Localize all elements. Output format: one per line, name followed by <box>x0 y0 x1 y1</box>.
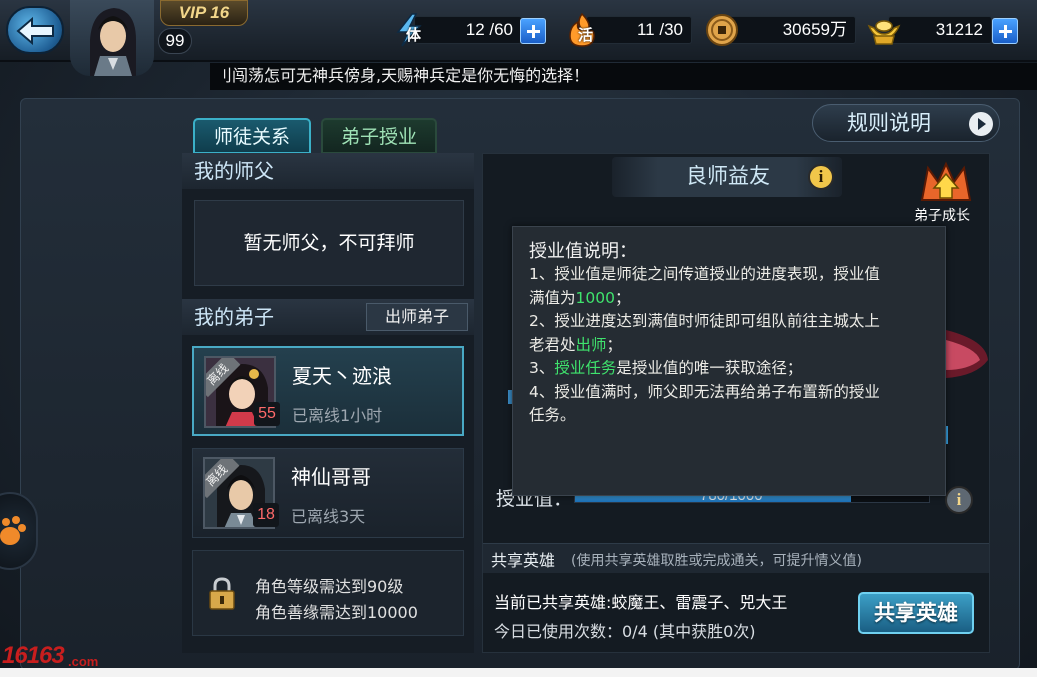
tooltip-text: 任务。 <box>529 406 576 424</box>
tooltip-text: 是授业值的唯一获取途径； <box>616 359 803 377</box>
shared-heroes-current: 当前已共享英雄:蛟魔王、雷震子、兕大王 <box>494 593 788 612</box>
vip-badge: VIP 16 <box>160 0 248 26</box>
tab-disciple-teaching[interactable]: 弟子授业 <box>321 118 437 154</box>
ingots-resource: 31212 <box>866 12 1022 46</box>
shared-heroes-usage: 今日已使用次数：0/4 (其中获胜0次) <box>494 622 756 641</box>
copper-coin-icon <box>706 14 738 46</box>
rules-button-label: 规则说明 <box>847 111 931 135</box>
player-level: 99 <box>158 28 192 54</box>
tooltip-title: 授业值说明： <box>529 241 637 262</box>
top-bar: VIP 16 99 12 /60 体 11 /30 活 30659万 31212 <box>0 0 1037 76</box>
tooltip-line: 老君处出师； <box>529 334 622 356</box>
disciple-card[interactable]: 离线 55 夏天丶迹浪 已离线1小时 <box>192 346 464 436</box>
back-button[interactable] <box>6 6 64 54</box>
master-empty-box: 暂无师父，不可拜师 <box>194 200 464 286</box>
coins-resource: 30659万 <box>704 12 856 46</box>
site-watermark: 16163 <box>2 642 65 668</box>
locked-disciple-slot: 角色等级需达到90级 角色善缘需达到10000 <box>192 550 464 636</box>
banner-info-icon[interactable]: i <box>808 164 834 190</box>
back-arrow-icon <box>16 16 54 46</box>
graduate-disciple-button[interactable]: 出师弟子 <box>366 303 468 331</box>
ingots-plus-button[interactable] <box>992 18 1018 44</box>
lock-icon <box>209 577 235 610</box>
tooltip-line: 4、授业值满时，师父即无法再给弟子布置新的授业 <box>529 381 880 403</box>
banner-title: 良师益友 <box>686 164 770 188</box>
site-watermark-domain: .com <box>68 654 99 668</box>
tab-master-relation[interactable]: 师徒关系 <box>193 118 311 154</box>
chevron-right-icon <box>969 112 993 136</box>
tooltip-highlight: 授业任务 <box>554 359 617 377</box>
vitality-resource: 11 /30 活 <box>564 12 694 47</box>
tooltip-text: ； <box>606 335 623 354</box>
teach-info-icon[interactable]: i <box>945 486 973 514</box>
tooltip-text: 满值为 <box>529 288 576 307</box>
my-master-title: 我的师父 <box>182 153 474 189</box>
stamina-char: 体 <box>406 26 422 44</box>
coins-value: 30659万 <box>726 16 856 44</box>
disciple-card[interactable]: 离线 18 神仙哥哥 已离线3天 <box>192 448 464 538</box>
disciple-name: 神仙哥哥 <box>291 465 371 489</box>
bottom-strip <box>0 668 1037 677</box>
tooltip-line: 满值为1000； <box>529 287 630 309</box>
share-heroes-button[interactable]: 共享英雄 <box>858 592 974 634</box>
tooltip-highlight: 出师 <box>575 335 607 354</box>
tooltip-text: 3、 <box>529 359 555 377</box>
decor-shape <box>946 330 988 378</box>
tooltip-line: 任务。 <box>529 404 576 426</box>
teach-value-tooltip: 授业值说明： 1、授业值是师徒之间传道授业的进度表现，授业值 满值为1000； 2、… <box>512 226 946 496</box>
vitality-char: 活 <box>578 26 594 44</box>
game-screen: VIP 16 99 12 /60 体 11 /30 活 30659万 31212… <box>0 0 1037 668</box>
tooltip-line: 3、授业任务是授业值的唯一获取途径； <box>529 357 802 379</box>
disciple-level: 18 <box>253 503 279 527</box>
gold-ingot-icon <box>867 20 901 45</box>
tooltip-highlight: 1000 <box>575 288 615 307</box>
vitality-value: 11 /30 <box>586 16 692 44</box>
stamina-value: 12 /60 <box>414 16 522 44</box>
tooltip-line: 2、授业进度达到满值时师徒即可组队前往主城太上 <box>529 310 880 332</box>
news-ticker: 刂闯荡怎可无神兵傍身,天赐神兵定是你无悔的选择！ <box>210 63 1037 90</box>
disciple-name: 夏天丶迹浪 <box>292 364 392 388</box>
shared-heroes-header: 共享英雄 (使用共享英雄取胜或完成通关，可提升情义值) <box>483 543 989 573</box>
lock-requirement-karma: 角色善缘需达到10000 <box>255 603 418 622</box>
tooltip-line: 1、授业值是师徒之间传道授业的进度表现，授业值 <box>529 263 880 285</box>
shared-heroes-note: (使用共享英雄取胜或完成通关，可提升情义值) <box>571 553 862 569</box>
ingots-value: 31212 <box>888 16 992 44</box>
disciple-level: 55 <box>254 402 280 426</box>
disciple-status: 已离线3天 <box>291 507 366 526</box>
tooltip-text: 1、授业值是师徒之间传道授业的进度表现，授业值 <box>529 265 880 283</box>
tooltip-text: 4、授业值满时，师父即无法再给弟子布置新的授业 <box>529 382 880 401</box>
disciple-growth-label: 弟子成长 <box>914 208 970 224</box>
rules-button[interactable]: 规则说明 <box>812 104 1000 142</box>
shared-heroes-title: 共享英雄 <box>491 551 556 570</box>
disciple-growth-icon[interactable] <box>918 160 974 204</box>
lock-requirement-level: 角色等级需达到90级 <box>255 577 404 596</box>
stamina-plus-button[interactable] <box>520 18 546 44</box>
tooltip-text: ； <box>614 288 631 307</box>
pet-paw-icon[interactable] <box>0 512 28 548</box>
stamina-resource: 12 /60 体 <box>392 12 552 47</box>
tooltip-text: 老君处 <box>529 335 576 354</box>
player-avatar[interactable] <box>70 0 154 76</box>
disciple-status: 已离线1小时 <box>292 406 383 425</box>
tooltip-text: 2、授业进度达到满值时师徒即可组队前往主城太上 <box>529 312 880 330</box>
